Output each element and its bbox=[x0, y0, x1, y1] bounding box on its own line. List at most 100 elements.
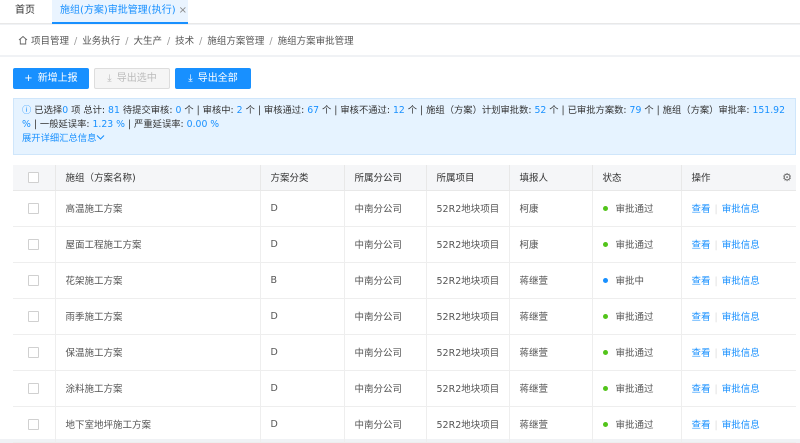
breadcrumb-item[interactable]: 施组方案管理 bbox=[207, 36, 264, 47]
row-actions: 查看 | 审批信息 bbox=[680, 334, 796, 371]
breadcrumb-item[interactable]: 业务执行 bbox=[82, 36, 120, 47]
branch: 中南分公司 bbox=[344, 190, 427, 227]
status-text: 审批通过 bbox=[615, 312, 654, 323]
view-link[interactable]: 查看 bbox=[692, 240, 711, 251]
branch: 中南分公司 bbox=[344, 370, 427, 407]
reporter: 柯康 bbox=[509, 226, 593, 263]
view-link[interactable]: 查看 bbox=[692, 348, 711, 359]
project: 52R2地块项目 bbox=[426, 406, 510, 443]
info-icon: ⓘ bbox=[22, 105, 32, 116]
plus-icon: + bbox=[24, 73, 33, 84]
tab-label: 施组(方案)审批管理(执行) bbox=[60, 5, 176, 16]
project: 52R2地块项目 bbox=[426, 334, 510, 371]
row-checkbox[interactable] bbox=[13, 262, 56, 299]
tab-home[interactable]: 首页 bbox=[0, 0, 50, 24]
status-dot-icon bbox=[602, 314, 608, 319]
table-row: 花架施工方案 B 中南分公司 52R2地块项目 蒋继萱 审批中 查看 | 审批信息 bbox=[13, 262, 796, 299]
plan-category: B bbox=[260, 262, 345, 299]
status-cell: 审批通过 bbox=[592, 406, 682, 443]
approval-info-link[interactable]: 审批信息 bbox=[722, 240, 760, 251]
view-link[interactable]: 查看 bbox=[692, 420, 711, 431]
column-header: 施组（方案名称) bbox=[55, 165, 261, 191]
download-icon: ⤓ bbox=[188, 73, 193, 84]
plan-name: 雨季施工方案 bbox=[55, 298, 261, 335]
branch: 中南分公司 bbox=[344, 226, 427, 263]
project: 52R2地块项目 bbox=[426, 190, 510, 227]
status-dot-icon bbox=[602, 278, 608, 283]
row-actions: 查看 | 审批信息 bbox=[680, 226, 796, 263]
row-checkbox[interactable] bbox=[13, 334, 56, 371]
row-checkbox[interactable] bbox=[13, 370, 56, 407]
row-actions: 查看 | 审批信息 bbox=[680, 298, 796, 335]
view-link[interactable]: 查看 bbox=[692, 312, 711, 323]
summary-panel: ⓘ 已选择0 项 总计: 81 待提交审核: 0 个 | 审核中: 2 个 | … bbox=[13, 98, 796, 155]
branch: 中南分公司 bbox=[344, 334, 427, 371]
status-text: 审批中 bbox=[615, 276, 645, 287]
row-checkbox[interactable] bbox=[13, 298, 56, 335]
status-dot-icon bbox=[602, 206, 608, 211]
export-all-button[interactable]: ⤓ 导出全部 bbox=[175, 68, 251, 89]
status-cell: 审批通过 bbox=[592, 370, 682, 407]
plan-category: D bbox=[260, 298, 345, 335]
select-all-checkbox[interactable] bbox=[13, 165, 56, 191]
breadcrumb: 项目管理 / 业务执行 / 大生产 / 技术 / 施组方案管理 / 施组方案审批管理 bbox=[18, 33, 354, 47]
status-dot-icon bbox=[602, 242, 608, 247]
table-row: 涂料施工方案 D 中南分公司 52R2地块项目 蒋继萱 审批通过 查看 | 审批信息 bbox=[13, 370, 796, 407]
reporter: 蒋继萱 bbox=[509, 298, 593, 335]
approval-info-link[interactable]: 审批信息 bbox=[722, 348, 760, 359]
status-text: 审批通过 bbox=[615, 240, 654, 251]
plan-category: D bbox=[260, 370, 345, 407]
status-text: 审批通过 bbox=[615, 204, 654, 215]
row-actions: 查看 | 审批信息 bbox=[680, 262, 796, 299]
plan-name: 高温施工方案 bbox=[55, 190, 261, 227]
breadcrumb-item[interactable]: 大生产 bbox=[133, 36, 162, 47]
status-cell: 审批通过 bbox=[592, 190, 682, 227]
close-icon[interactable]: × bbox=[179, 5, 187, 16]
chevron-down-icon bbox=[97, 135, 105, 140]
project: 52R2地块项目 bbox=[426, 370, 510, 407]
status-text: 审批通过 bbox=[615, 348, 654, 359]
gear-icon[interactable]: ⚙ bbox=[782, 171, 792, 184]
row-actions: 查看 | 审批信息 bbox=[680, 190, 796, 227]
column-header: 所属分公司 bbox=[344, 165, 427, 191]
add-report-button[interactable]: + 新增上报 bbox=[13, 68, 89, 89]
status-cell: 审批通过 bbox=[592, 334, 682, 371]
plan-category: D bbox=[260, 190, 345, 227]
row-actions: 查看 | 审批信息 bbox=[680, 370, 796, 407]
approval-info-link[interactable]: 审批信息 bbox=[722, 276, 760, 287]
table-row: 地下室地坪施工方案 D 中南分公司 52R2地块项目 蒋继萱 审批通过 查看 | 审批信息 bbox=[13, 406, 796, 443]
breadcrumb-item[interactable]: 项目管理 bbox=[31, 36, 69, 47]
main-content: + 新增上报 ⤓ 导出选中 ⤓ 导出全部 ⓘ 已选择0 项 总计: 81 待提交审核:… bbox=[0, 57, 800, 443]
branch: 中南分公司 bbox=[344, 262, 427, 299]
status-text: 审批通过 bbox=[615, 384, 654, 395]
reporter: 蒋继萱 bbox=[509, 334, 593, 371]
project: 52R2地块项目 bbox=[426, 226, 510, 263]
approval-info-link[interactable]: 审批信息 bbox=[722, 204, 760, 215]
row-checkbox[interactable] bbox=[13, 226, 56, 263]
table-header-row: 施组（方案名称) 方案分类 所属分公司 所属项目 填报人 状态 操作 ⚙ bbox=[13, 165, 796, 191]
branch: 中南分公司 bbox=[344, 406, 427, 443]
expand-summary-link[interactable]: 展开详细汇总信息 bbox=[22, 133, 105, 144]
table-row: 屋面工程施工方案 D 中南分公司 52R2地块项目 柯康 审批通过 查看 | 审批信息 bbox=[13, 226, 796, 263]
status-cell: 审批通过 bbox=[592, 226, 682, 263]
breadcrumb-item[interactable]: 技术 bbox=[175, 36, 194, 47]
column-header: 所属项目 bbox=[426, 165, 510, 191]
row-checkbox[interactable] bbox=[13, 406, 56, 443]
row-checkbox[interactable] bbox=[13, 190, 56, 227]
reporter: 蒋继萱 bbox=[509, 370, 593, 407]
approval-info-link[interactable]: 审批信息 bbox=[722, 384, 760, 395]
approval-table: 施组（方案名称) 方案分类 所属分公司 所属项目 填报人 状态 操作 ⚙ 高温施工… bbox=[13, 165, 796, 443]
plan-name: 屋面工程施工方案 bbox=[55, 226, 261, 263]
status-text: 审批通过 bbox=[615, 420, 654, 431]
approval-info-link[interactable]: 审批信息 bbox=[722, 312, 760, 323]
plan-category: D bbox=[260, 226, 345, 263]
tab-approval-management[interactable]: 施组(方案)审批管理(执行) × bbox=[52, 0, 188, 24]
approval-info-link[interactable]: 审批信息 bbox=[722, 420, 760, 431]
view-link[interactable]: 查看 bbox=[692, 384, 711, 395]
view-link[interactable]: 查看 bbox=[692, 276, 711, 287]
view-link[interactable]: 查看 bbox=[692, 204, 711, 215]
export-selected-button[interactable]: ⤓ 导出选中 bbox=[94, 68, 170, 89]
home-icon bbox=[18, 35, 28, 45]
plan-name: 涂料施工方案 bbox=[55, 370, 261, 407]
status-dot-icon bbox=[602, 386, 608, 391]
